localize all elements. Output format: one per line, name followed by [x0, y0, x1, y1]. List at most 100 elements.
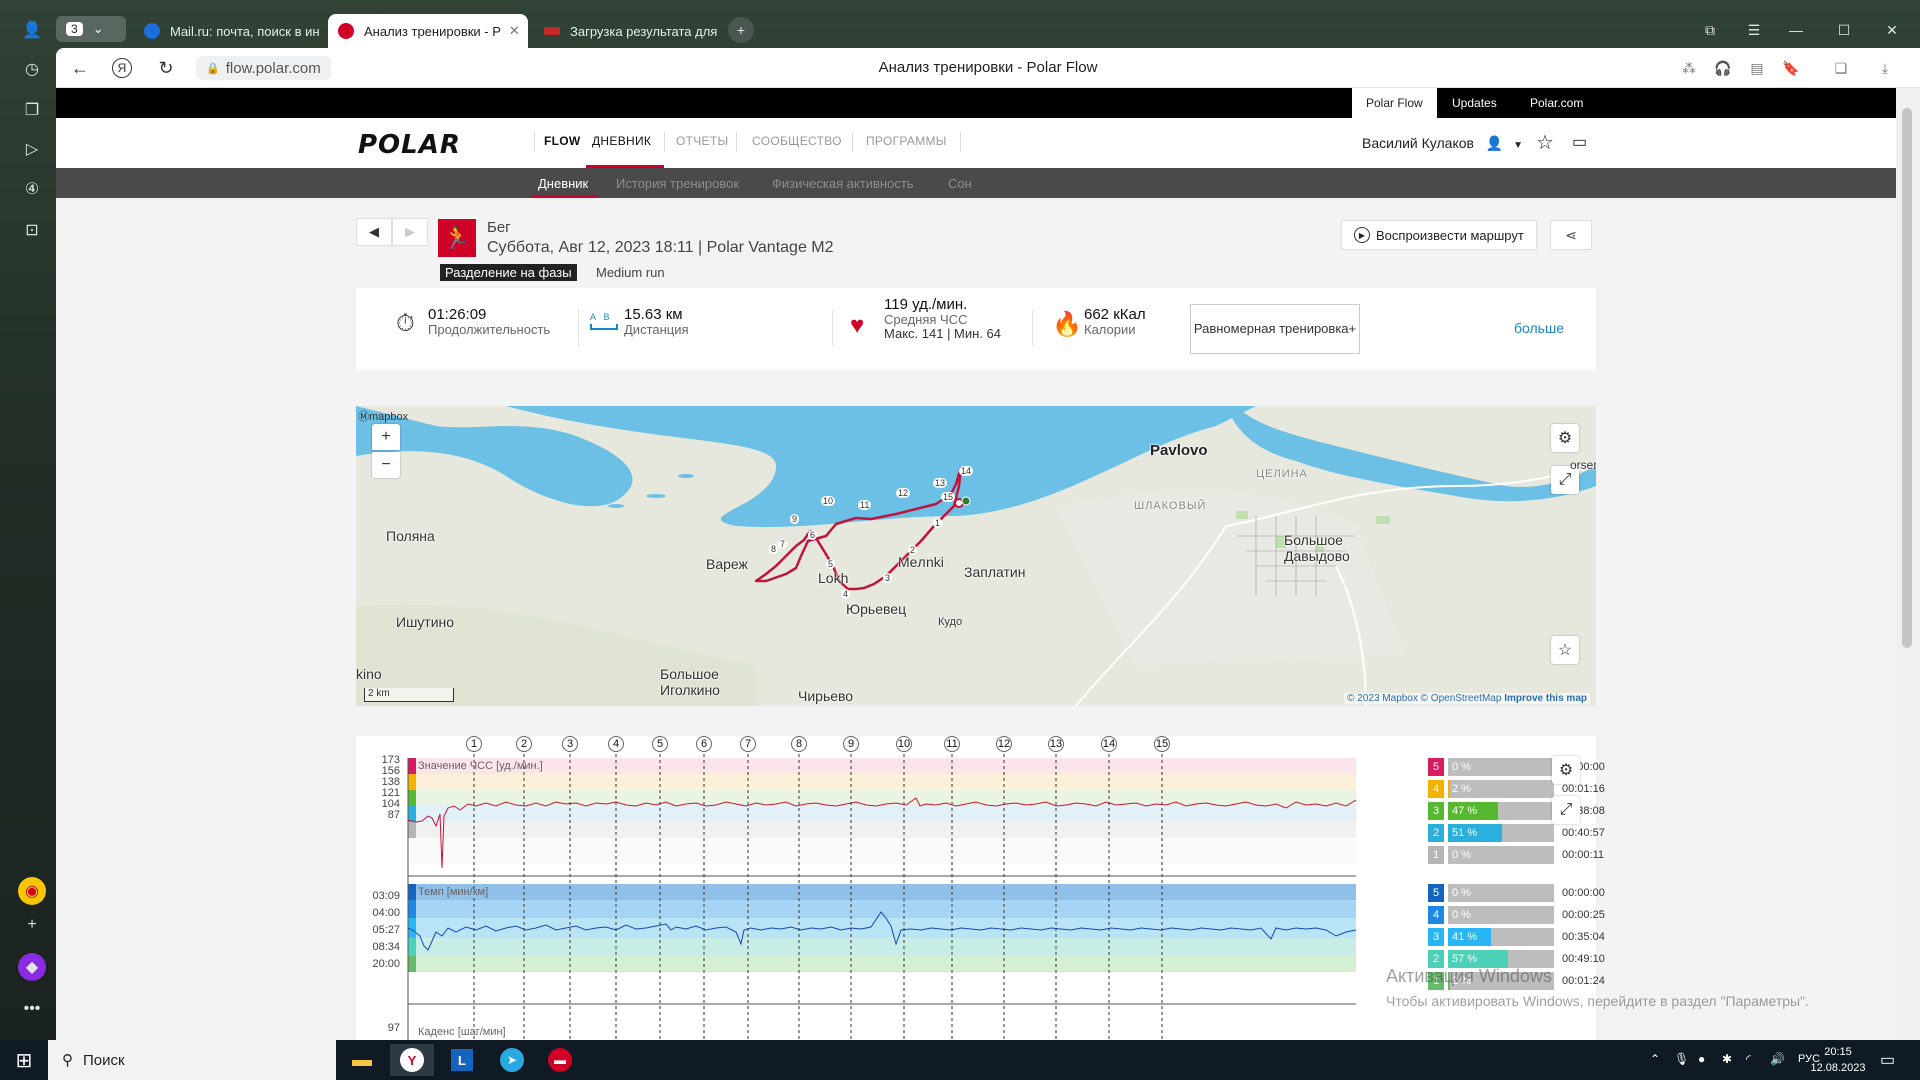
subnav-activity[interactable]: Физическая активность [772, 176, 914, 191]
zone-row: 4 0 % 00:00:25 [1428, 906, 1628, 924]
toplink-polar-com[interactable]: Polar.com [1516, 88, 1597, 118]
collections-toolbar-icon[interactable]: ❏ [1830, 58, 1852, 78]
more-icon[interactable]: ••• [18, 995, 46, 1023]
zoom-in-button[interactable]: + [372, 424, 400, 450]
microphone-icon[interactable]: 🎙 [1674, 1052, 1689, 1066]
toplink-updates[interactable]: Updates [1438, 88, 1511, 118]
notifications-icon[interactable]: ▭ [1880, 1050, 1895, 1070]
nav-programs[interactable]: ПРОГРАММЫ [866, 134, 947, 148]
zone-number: 3 [1428, 802, 1444, 820]
user-menu[interactable]: Василий Кулаков 👤 ▼ [1362, 135, 1523, 152]
cadence-chart-label: Каденс [шаг/мин] [418, 1026, 506, 1038]
toplink-polar-flow[interactable]: Polar Flow [1352, 88, 1437, 118]
hr-avg-label: Средняя ЧСС [884, 312, 968, 327]
nav-divider [852, 132, 853, 152]
file-explorer-icon[interactable]: ▬ [340, 1044, 384, 1076]
yandex-browser-icon[interactable]: Y [390, 1044, 434, 1076]
y-tick-label: 20:00 [372, 958, 400, 970]
training-datetime-device: Суббота, Авг 12, 2023 18:11 | Polar Vant… [487, 239, 834, 256]
reader-icon[interactable]: ▤ [1746, 58, 1768, 78]
nav-flow[interactable]: FLOW [544, 134, 581, 148]
bluetooth-icon[interactable]: ✱ [1722, 1052, 1732, 1066]
taskbar-clock[interactable]: 20:15 12.08.2023 [1808, 1044, 1868, 1076]
stopwatch-icon: ⏱ [396, 310, 415, 337]
map-label: Вареж [706, 556, 748, 572]
polar-flowsync-icon[interactable]: ▬ [538, 1044, 582, 1076]
attrib-osm[interactable]: © OpenStreetMap [1421, 693, 1502, 704]
subnav-training-history[interactable]: История тренировок [616, 176, 739, 191]
zone-time: 00:00:11 [1562, 849, 1605, 861]
new-tab-icon[interactable]: + [728, 17, 754, 43]
duration-label: Продолжительность [428, 322, 551, 337]
screenshot-icon[interactable]: ⊡ [18, 216, 46, 244]
extensions-icon[interactable]: ⁂ [1678, 58, 1700, 78]
polar-favicon-icon [338, 23, 354, 39]
heart-icon: ♥ [850, 312, 865, 339]
lingualeo-icon[interactable]: L [440, 1044, 484, 1076]
training-benefit-button[interactable]: Равномерная тренировка+ [1190, 304, 1360, 354]
taskbar-search[interactable]: ⚲ Поиск [48, 1040, 336, 1080]
next-training-button[interactable]: ▶ [392, 218, 428, 246]
history-icon[interactable]: ◷ [18, 55, 46, 83]
map-scale: 2 km [364, 688, 454, 702]
duration-block: 01:26:09 Продолжительность [428, 306, 550, 337]
tab-group-counter[interactable]: 3 ⌄ [56, 16, 126, 42]
route-lap-marker: 10 [821, 496, 836, 506]
tray-chevron-icon[interactable]: ⌃ [1650, 1052, 1660, 1066]
nav-community[interactable]: СООБЩЕСТВО [752, 134, 842, 148]
favorites-star-icon[interactable]: ☆ [1536, 130, 1554, 155]
zone-row: 42 % 00:01:16 [1428, 780, 1628, 798]
subnav-sleep[interactable]: Сон [948, 176, 972, 191]
chart-settings-gear-icon[interactable]: ⚙ [1552, 756, 1580, 784]
minimize-icon[interactable]: — [1778, 16, 1814, 44]
windows-start-icon[interactable]: ⊞ [2, 1044, 46, 1076]
volume-icon[interactable]: 🔊 [1770, 1052, 1785, 1066]
headphones-icon[interactable]: 🎧 [1712, 58, 1734, 78]
zone-row: 2 51 % 00:40:57 [1428, 824, 1628, 842]
wifi-icon[interactable]: ◜ [1746, 1052, 1751, 1066]
y-tick-label: 08:34 [372, 941, 400, 953]
sync-device-icon[interactable]: ▭ [1572, 132, 1587, 152]
replay-route-button[interactable]: ▶ Воспроизвести маршрут [1341, 220, 1537, 250]
vpn-icon[interactable]: ● [1698, 1052, 1705, 1066]
prev-training-button[interactable]: ◀ [356, 218, 392, 246]
map-favorite-star-icon[interactable]: ☆ [1551, 636, 1579, 664]
notes-icon[interactable]: ④ [18, 175, 46, 203]
share-button[interactable]: ⋖ [1550, 220, 1592, 250]
add-panel-icon[interactable]: + [18, 911, 46, 939]
messenger-icon[interactable]: ◆ [18, 953, 46, 981]
close-window-icon[interactable]: ✕ [1874, 16, 1910, 44]
zone-percent: 0 % [1452, 909, 1471, 921]
desktop: 👤 ◷ ❐ ▷ ④ ⊡ ◉ + ◆ ••• 3 ⌄ Mail.ru: почта… [0, 0, 1920, 1080]
attrib-improve[interactable]: Improve this map [1504, 693, 1587, 704]
chart-expand-icon[interactable]: ⤢ [1552, 796, 1580, 824]
page-scrollbar[interactable] [1896, 88, 1920, 1040]
attrib-mapbox[interactable]: © 2023 Mapbox [1347, 693, 1418, 704]
hr-min-max: Макс. 141 | Мин. 64 [884, 326, 1002, 341]
scrollbar-thumb[interactable] [1902, 108, 1912, 648]
telegram-icon[interactable]: ➤ [490, 1044, 534, 1076]
alice-icon[interactable]: ◉ [18, 877, 46, 905]
downloads-icon[interactable]: ⤓ [1874, 58, 1896, 78]
collections-icon[interactable]: ❐ [18, 96, 46, 124]
nav-reports[interactable]: ОТЧЕТЫ [676, 134, 728, 148]
route-map[interactable]: Ⓜmapbox + − ⚙ ⤢ ☆ Pavlovo Поляна Вареж L… [356, 406, 1596, 706]
maximize-icon[interactable]: ☐ [1826, 16, 1862, 44]
polar-logo[interactable]: POLAR [358, 130, 461, 160]
zoom-out-button[interactable]: − [372, 452, 400, 478]
more-link[interactable]: больше [1514, 320, 1564, 336]
bookmark-icon[interactable]: 🔖 [1780, 58, 1802, 78]
nav-diary[interactable]: ДНЕВНИК [592, 134, 651, 148]
video-icon[interactable]: ▷ [18, 135, 46, 163]
close-tab-icon[interactable]: ✕ [501, 23, 520, 39]
map-settings-gear-icon[interactable]: ⚙ [1551, 424, 1579, 452]
profile-icon[interactable]: 👤 [18, 16, 46, 44]
zone-row: 3 47 % 00:38:08 [1428, 802, 1628, 820]
bookmarks-bar-icon[interactable]: ⧉ [1692, 16, 1728, 44]
top-links-bar: Polar Flow Updates Polar.com [56, 88, 1896, 118]
tab-result-upload[interactable]: Загрузка результата для [534, 14, 722, 48]
map-label: kino [356, 666, 382, 682]
tab-polar-analysis[interactable]: Анализ тренировки - P ✕ [328, 14, 528, 48]
subnav-diary[interactable]: Дневник [538, 176, 588, 191]
menu-icon[interactable]: ☰ [1736, 16, 1772, 44]
